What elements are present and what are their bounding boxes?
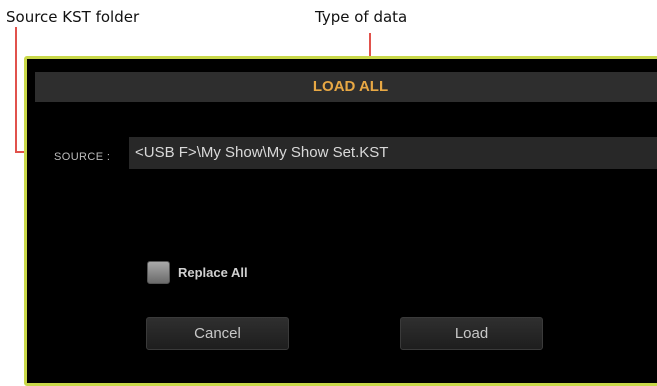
source-path-field[interactable]: <USB F>\My Show\My Show Set.KST [129,137,657,169]
replace-all-checkbox[interactable] [147,260,170,284]
replace-all-label: Replace All [178,264,248,280]
source-path-value: <USB F>\My Show\My Show Set.KST [135,144,389,161]
cancel-button[interactable]: Cancel [146,317,289,350]
dialog-title-bar: LOAD ALL [35,72,657,102]
annotation-type-of-data: Type of data [315,8,408,26]
callout-line-source-vertical [15,27,17,153]
load-button[interactable]: Load [400,317,543,350]
source-label: SOURCE : [54,151,111,163]
load-all-dialog: LOAD ALL SOURCE : <USB F>\My Show\My Sho… [24,56,657,386]
dialog-title: LOAD ALL [312,78,389,95]
replace-all-option[interactable]: Replace All [147,259,248,285]
annotation-source-kst-folder: Source KST folder [6,8,140,26]
